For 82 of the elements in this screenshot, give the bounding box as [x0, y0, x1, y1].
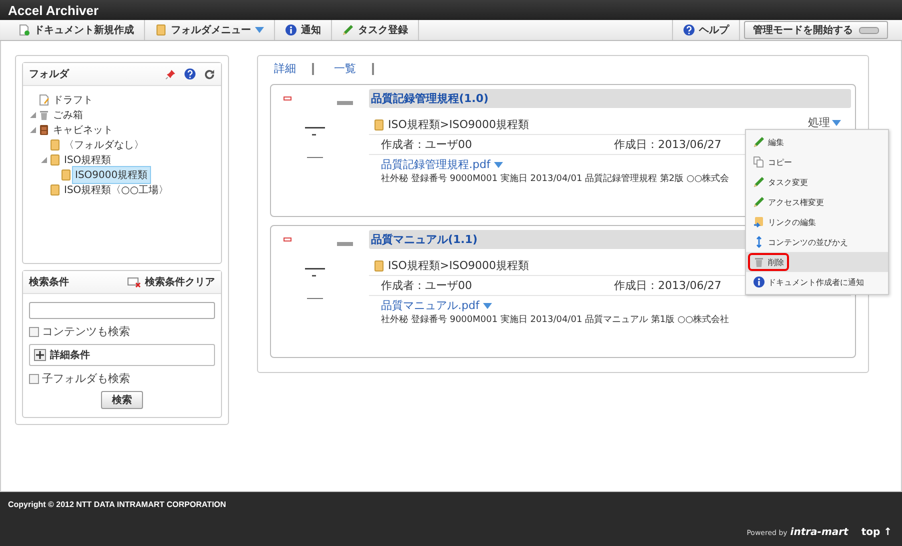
cabinet-icon	[38, 124, 50, 136]
folder-path: ISO規程類>ISO9000規程類	[388, 258, 529, 273]
tree-item[interactable]: ドラフト	[50, 90, 96, 108]
folder-icon	[49, 154, 61, 166]
admin-mode-button[interactable]: 管理モードを開始する	[744, 21, 888, 39]
help-icon	[184, 68, 196, 80]
toolbar-button[interactable]: ドキュメント新規作成	[8, 20, 145, 40]
action-menu-link[interactable]: 処理	[808, 115, 841, 130]
checkbox[interactable]	[29, 374, 39, 384]
plus-icon	[34, 349, 46, 361]
panel-title: フォルダ	[29, 68, 70, 81]
trash-icon	[38, 108, 50, 120]
caret-icon	[494, 162, 504, 168]
folder-icon	[373, 260, 385, 272]
document-summary: 社外秘 登録番号 9000M001 実施日 2013/04/01 品質記録管理規程 第2版 ○○株式会	[380, 172, 730, 185]
date-text: 作成日：2013/06/27	[614, 137, 722, 152]
pencil-icon	[342, 24, 354, 36]
menu-item[interactable]: 削除	[746, 252, 888, 272]
author-text: 作成者：ユーザ00	[381, 278, 473, 293]
app-title: Accel Archiver	[8, 2, 99, 18]
help-button[interactable]: ヘルプ	[672, 20, 740, 40]
document-title[interactable]: 品質マニュアル(1.1)	[371, 232, 478, 247]
document-pencil-icon	[38, 94, 50, 106]
expand-toggle-icon[interactable]	[40, 156, 48, 164]
pencil-icon	[753, 176, 765, 188]
info-icon	[285, 24, 297, 36]
view-tab[interactable]: 詳細	[270, 63, 314, 75]
trash-icon	[753, 256, 765, 268]
info-icon	[753, 276, 765, 288]
checkbox-label: 子フォルダも検索	[42, 371, 130, 386]
refresh-icon[interactable]	[204, 68, 215, 80]
search-field[interactable]	[29, 302, 215, 319]
detail-conditions-button[interactable]: 詳細条件	[29, 344, 215, 366]
document-title[interactable]: 品質記録管理規程(1.0)	[371, 91, 489, 106]
file-link[interactable]: 品質記録管理規程.pdf	[369, 155, 516, 172]
search-button[interactable]: 検索	[101, 391, 143, 409]
document-summary: 社外秘 登録番号 9000M001 実施日 2013/04/01 品質マニュアル 第1版 ○○株式会社	[380, 314, 730, 326]
author-text: 作成者：ユーザ00	[381, 137, 473, 152]
checkbox[interactable]	[29, 326, 39, 336]
menu-item[interactable]: リンクの編集	[746, 212, 888, 232]
date-text: 作成日：2013/06/27	[614, 278, 722, 293]
folder-path: ISO規程類>ISO9000規程類	[388, 117, 529, 132]
folder-icon	[373, 118, 385, 130]
panel-title: 検索条件	[29, 276, 70, 289]
menu-item[interactable]: アクセス権変更	[746, 192, 888, 212]
copy-icon	[753, 156, 765, 168]
menu-item[interactable]: ドキュメント作成者に通知	[746, 272, 888, 292]
folder-icon	[60, 168, 72, 180]
menu-item[interactable]: コピー	[746, 152, 888, 172]
folder-icon	[155, 24, 167, 36]
toolbar-button[interactable]: 通知	[275, 20, 332, 40]
folder-icon	[49, 184, 61, 196]
expand-toggle-icon[interactable]	[28, 126, 36, 134]
menu-item[interactable]: タスク変更	[746, 172, 888, 192]
tree-item[interactable]: ごみ箱	[50, 106, 86, 124]
clear-search-button[interactable]: 検索条件クリア	[127, 275, 215, 289]
menu-item[interactable]: 編集	[746, 132, 888, 152]
tree-item[interactable]: ISO規程類	[61, 150, 114, 168]
top-link[interactable]: top ↑	[861, 527, 892, 538]
toolbar-button[interactable]: タスク登録	[332, 20, 419, 40]
pencil-icon	[753, 196, 765, 208]
tree-item[interactable]: ISO9000規程類	[72, 166, 151, 184]
brand-logo: intra-mart	[790, 527, 848, 538]
menu-item[interactable]: コンテンツの並びかえ	[746, 232, 888, 252]
tree-item[interactable]: 〈フォルダなし〉	[61, 136, 147, 154]
checkbox-label: コンテンツも検索	[42, 324, 130, 339]
view-tab[interactable]: 一覧	[330, 63, 374, 75]
tree-item[interactable]: キャビネット	[50, 120, 116, 138]
pencil-icon	[753, 136, 765, 148]
toggle-icon	[859, 26, 879, 34]
expand-toggle-icon[interactable]	[28, 110, 36, 118]
tree-item[interactable]: ISO規程類〈○○工場〉	[61, 180, 172, 198]
caret-icon	[483, 302, 492, 308]
file-link[interactable]: 品質マニュアル.pdf	[369, 296, 504, 313]
document-plus-icon	[18, 24, 30, 36]
toolbar-button[interactable]: フォルダメニュー	[145, 20, 275, 40]
copyright-text: Copyright © 2012 NTT DATA INTRAMART CORPORATION	[8, 500, 228, 509]
pin-icon[interactable]	[165, 68, 176, 80]
caret-icon	[832, 120, 841, 126]
help-icon	[683, 24, 695, 36]
clear-icon	[127, 276, 141, 288]
folder-icon	[49, 138, 61, 150]
